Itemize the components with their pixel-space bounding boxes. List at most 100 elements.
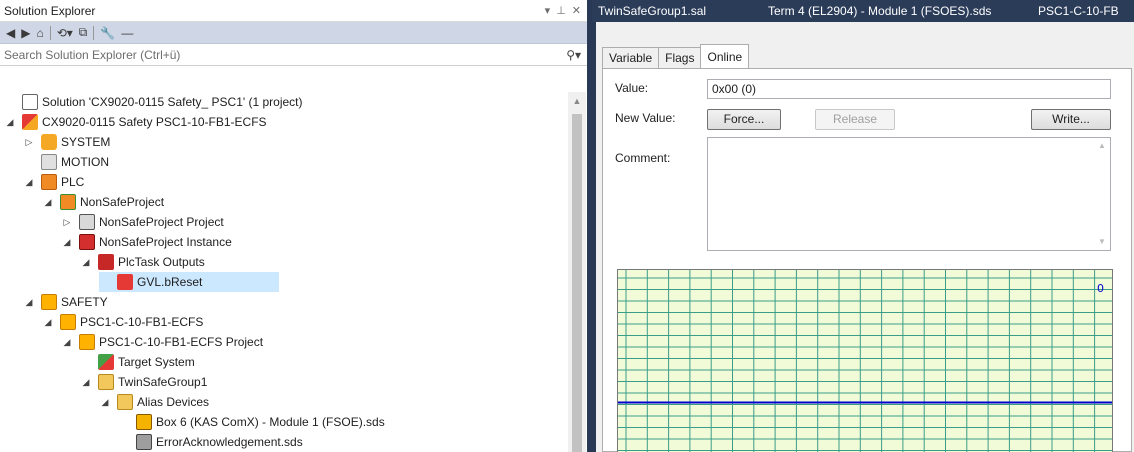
- tree-item[interactable]: ◢ NonSafeProject: [42, 192, 164, 212]
- search-input[interactable]: Search Solution Explorer (Ctrl+ü): [4, 48, 566, 62]
- collapse-arrow-icon[interactable]: ◢: [42, 317, 54, 328]
- tree-item[interactable]: GVL.bReset: [99, 272, 279, 292]
- tree-item[interactable]: ◢ PLC: [23, 172, 84, 192]
- tree-item-label: Target System: [118, 355, 195, 369]
- tree-item[interactable]: ◢ Alias Devices: [99, 392, 209, 412]
- tree-item-label: ErrorAcknowledgement.sds: [156, 435, 303, 449]
- task-outputs-icon: [98, 254, 114, 270]
- new-value-label: New Value:: [615, 111, 676, 125]
- tree-item[interactable]: ◢ CX9020-0115 Safety PSC1-10-FB1-ECFS: [4, 112, 267, 132]
- pin-icon[interactable]: ⊥: [556, 4, 566, 17]
- close-icon[interactable]: ✕: [572, 4, 581, 17]
- collapse-arrow-icon[interactable]: ◢: [23, 297, 35, 308]
- tree-item[interactable]: ▷ NonSafeProject Project: [61, 212, 224, 232]
- tree-item[interactable]: ◢ PSC1-C-10-FB1-ECFS Project: [61, 332, 263, 352]
- tree-item[interactable]: ◢ PSC1-C-10-FB1-ECFS: [42, 312, 203, 332]
- collapse-arrow-icon[interactable]: ◢: [23, 177, 35, 188]
- toolbar-separator: [49, 25, 51, 40]
- plc-project-icon: [60, 194, 76, 210]
- collapse-arrow-icon[interactable]: ◢: [99, 397, 111, 408]
- history-icon[interactable]: ⟲▾: [57, 26, 73, 40]
- comment-textarea[interactable]: ▲ ▼: [707, 137, 1111, 251]
- search-box[interactable]: Search Solution Explorer (Ctrl+ü) ⚲▾: [0, 44, 587, 66]
- safety-project-icon: [60, 314, 76, 330]
- tree-item-label: CX9020-0115 Safety PSC1-10-FB1-ECFS: [42, 115, 267, 129]
- home-icon[interactable]: ⌂: [36, 26, 43, 40]
- value-label: Value:: [615, 81, 649, 95]
- tree-item[interactable]: Target System: [80, 352, 195, 372]
- alias-device-icon: [136, 414, 152, 430]
- solution-explorer-titlebar: Solution Explorer ▾ ⊥ ✕: [0, 0, 587, 22]
- online-trend-chart: 0: [617, 269, 1113, 452]
- tree-item[interactable]: ◢ SAFETY: [23, 292, 108, 312]
- document-tab[interactable]: PSC1-C-10-FB: [1032, 4, 1119, 18]
- safety-icon: [41, 294, 57, 310]
- collapse-icon[interactable]: ⧉: [79, 25, 88, 40]
- tab-variable[interactable]: Variable: [602, 47, 660, 68]
- editor-panel: TwinSafeGroup1.sal Term 4 (EL2904) - Mod…: [592, 0, 1134, 452]
- collapse-arrow-icon[interactable]: ◢: [80, 377, 92, 388]
- tree-item-label: PSC1-C-10-FB1-ECFS: [80, 315, 204, 329]
- trend-chart-svg: [618, 270, 1112, 452]
- collapse-arrow-icon[interactable]: ◢: [4, 117, 16, 128]
- tree-item-label: Solution 'CX9020-0115 Safety_ PSC1' (1 p…: [42, 95, 303, 109]
- expand-arrow-icon[interactable]: ▷: [23, 137, 35, 148]
- tree-item[interactable]: ◢ PlcTask Outputs: [80, 252, 205, 272]
- dropdown-icon[interactable]: ▾: [545, 4, 551, 17]
- document-tab-strip: TwinSafeGroup1.sal Term 4 (EL2904) - Mod…: [592, 0, 1134, 22]
- tree-item[interactable]: MOTION: [23, 152, 109, 172]
- tab-flags[interactable]: Flags: [658, 47, 702, 68]
- release-button[interactable]: Release: [815, 109, 895, 130]
- document-tab[interactable]: Term 4 (EL2904) - Module 1 (FSOES).sds: [762, 4, 1032, 18]
- tree-item[interactable]: ◢ TwinSafeGroup1: [80, 372, 207, 392]
- property-tabs: Variable Flags Online: [602, 44, 750, 68]
- tree-item[interactable]: ◢ NonSafeProject Instance: [61, 232, 232, 252]
- collapse-arrow-icon[interactable]: ◢: [61, 237, 73, 248]
- properties-icon[interactable]: 🔧: [100, 26, 115, 40]
- scroll-up-icon[interactable]: ▲: [1094, 138, 1110, 154]
- solution-explorer-panel: Solution Explorer ▾ ⊥ ✕ ◀ ▶ ⌂ ⟲▾ ⧉ 🔧 — S…: [0, 0, 588, 452]
- tree-scrollbar[interactable]: ▲: [568, 92, 586, 452]
- plc-icon: [41, 174, 57, 190]
- scroll-down-icon[interactable]: ▼: [1094, 234, 1110, 250]
- tree-item-label: SYSTEM: [61, 135, 111, 149]
- collapse-arrow-icon[interactable]: ◢: [42, 197, 54, 208]
- safety-project-file-icon: [79, 334, 95, 350]
- scroll-up-icon[interactable]: ▲: [568, 92, 586, 110]
- folder-open-icon: [117, 394, 133, 410]
- collapse-arrow-icon[interactable]: ◢: [61, 337, 73, 348]
- write-button[interactable]: Write...: [1031, 109, 1111, 130]
- plc-instance-icon: [79, 234, 95, 250]
- search-icon[interactable]: ⚲▾: [566, 48, 581, 62]
- tree-item-label: NonSafeProject Project: [99, 215, 224, 229]
- forward-icon[interactable]: ▶: [21, 26, 30, 40]
- tab-online[interactable]: Online: [700, 44, 750, 68]
- tree-item-label: NonSafeProject Instance: [99, 235, 232, 249]
- tree-item[interactable]: Solution 'CX9020-0115 Safety_ PSC1' (1 p…: [4, 92, 303, 112]
- tree-item-label: GVL.bReset: [137, 275, 203, 289]
- tree-item[interactable]: ▷ SYSTEM: [23, 132, 110, 152]
- force-button[interactable]: Force...: [707, 109, 781, 130]
- tree-item[interactable]: Box 6 (KAS ComX) - Module 1 (FSOE).sds: [118, 412, 385, 432]
- alias-file-icon: [136, 434, 152, 450]
- panel-title: Solution Explorer: [4, 3, 96, 18]
- tree-item-label: PlcTask Outputs: [118, 255, 205, 269]
- folder-open-icon: [98, 374, 114, 390]
- value-field: 0x00 (0): [707, 79, 1111, 99]
- solution-tree: Solution 'CX9020-0115 Safety_ PSC1' (1 p…: [0, 92, 568, 452]
- minus-icon[interactable]: —: [121, 26, 133, 40]
- scroll-thumb[interactable]: [572, 114, 582, 452]
- tree-item-label: PSC1-C-10-FB1-ECFS Project: [99, 335, 264, 349]
- trend-current-value: 0: [1097, 282, 1104, 295]
- expand-arrow-icon[interactable]: ▷: [61, 217, 73, 228]
- tree-item[interactable]: ErrorAcknowledgement.sds: [118, 432, 303, 452]
- collapse-arrow-icon[interactable]: ◢: [80, 257, 92, 268]
- online-tab-page: Value: 0x00 (0) New Value: Force... Rele…: [602, 68, 1132, 452]
- tree-item-label: PLC: [61, 175, 85, 189]
- back-icon[interactable]: ◀: [6, 26, 15, 40]
- document-tab[interactable]: TwinSafeGroup1.sal: [592, 4, 762, 18]
- tree-item-label: MOTION: [61, 155, 109, 169]
- comment-scrollbar[interactable]: ▲ ▼: [1094, 138, 1110, 250]
- solution-icon: [22, 94, 38, 110]
- toolbar-separator: [93, 25, 95, 40]
